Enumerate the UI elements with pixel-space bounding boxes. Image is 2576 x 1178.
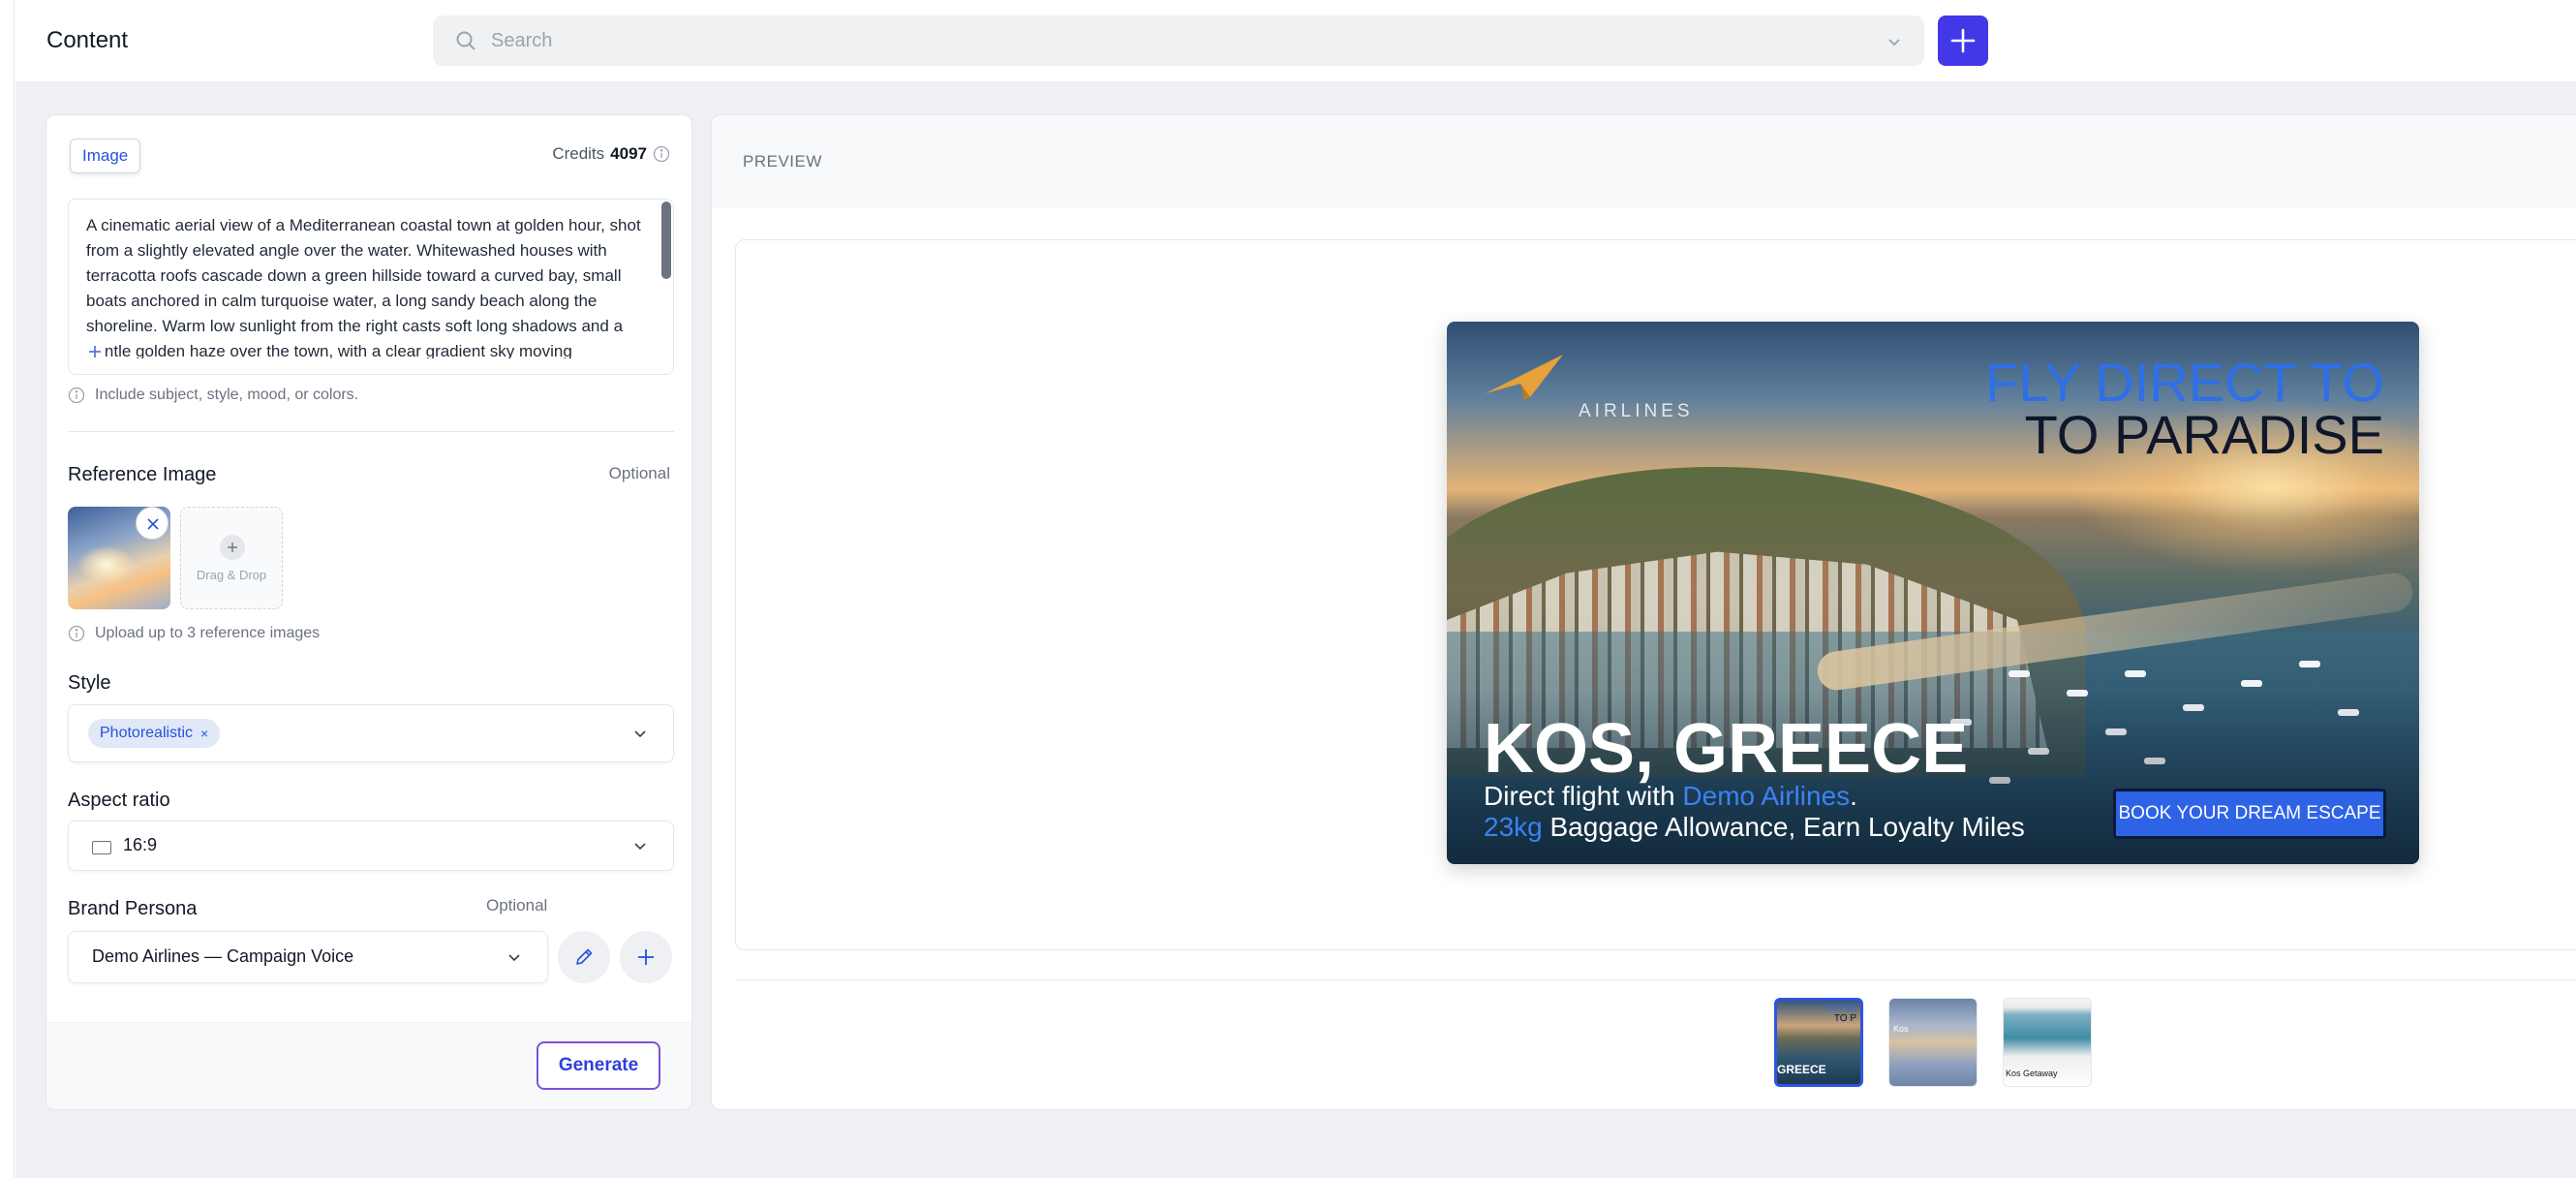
edit-persona-button[interactable] bbox=[558, 931, 610, 983]
aspect-ratio-value: 16:9 bbox=[123, 835, 158, 854]
chevron-down-icon bbox=[508, 954, 520, 962]
divider bbox=[735, 979, 2576, 980]
prompt-textarea[interactable]: A cinematic aerial view of a Mediterrane… bbox=[68, 199, 674, 375]
tab-image[interactable]: Image bbox=[70, 139, 141, 173]
reference-image-label: Reference Image bbox=[68, 464, 217, 485]
reference-image-content bbox=[77, 545, 136, 584]
ad-subline-2-suffix: Baggage Allowance, Earn Loyalty Miles bbox=[1542, 812, 2025, 842]
left-rail bbox=[0, 0, 15, 1178]
variant-thumbnail-2[interactable]: Kos bbox=[1888, 998, 1978, 1087]
info-icon bbox=[68, 625, 85, 642]
ad-airline-highlight: Demo Airlines bbox=[1682, 781, 1851, 811]
reference-hint-text: Upload up to 3 reference images bbox=[95, 625, 321, 641]
plus-icon bbox=[1950, 28, 1976, 53]
search-input[interactable] bbox=[491, 16, 1847, 66]
ad-destination: KOS, GREECE bbox=[1484, 710, 1969, 788]
remove-reference-button[interactable] bbox=[136, 507, 169, 540]
ad-headline-line-2: TO PARADISE bbox=[2024, 404, 2384, 465]
credits-value: 4097 bbox=[610, 144, 647, 163]
add-content-button[interactable] bbox=[1938, 16, 1988, 66]
info-icon[interactable] bbox=[653, 145, 670, 163]
preview-label: PREVIEW bbox=[743, 152, 822, 170]
ad-subline-1: Direct flight with Demo Airlines. bbox=[1484, 781, 1857, 812]
prompt-add-button[interactable] bbox=[84, 341, 106, 362]
prompt-hint: Include subject, style, mood, or colors. bbox=[68, 387, 358, 404]
ad-boat bbox=[2009, 670, 2030, 677]
ad-subline-2: 23kg Baggage Allowance, Earn Loyalty Mil… bbox=[1484, 812, 2025, 843]
divider bbox=[68, 431, 674, 432]
ad-boat bbox=[2299, 661, 2320, 667]
close-icon bbox=[147, 518, 159, 530]
chevron-down-icon[interactable] bbox=[1886, 33, 1903, 50]
brand-persona-value: Demo Airlines — Campaign Voice bbox=[92, 946, 354, 966]
aspect-ratio-select[interactable]: 16:9 bbox=[68, 821, 674, 871]
chevron-down-icon bbox=[634, 730, 646, 738]
app-title: Content bbox=[46, 27, 129, 53]
thumbnail-headline-2: TO P bbox=[1833, 1013, 1856, 1024]
credits-display: Credits 4097 bbox=[552, 144, 670, 164]
persona-optional-label: Optional bbox=[486, 896, 548, 914]
brand-persona-label: Brand Persona bbox=[68, 898, 198, 919]
brand-persona-select[interactable]: Demo Airlines — Campaign Voice bbox=[68, 931, 548, 983]
dropzone-label: Drag & Drop bbox=[196, 568, 267, 582]
style-chip[interactable]: Photorealistic × bbox=[88, 719, 221, 748]
style-chip-label: Photorealistic bbox=[100, 725, 194, 741]
ad-boat bbox=[2241, 680, 2262, 687]
reference-hint: Upload up to 3 reference images bbox=[68, 625, 320, 642]
credits-label: Credits bbox=[552, 144, 605, 163]
reference-optional-label: Optional bbox=[608, 464, 670, 482]
preview-header: PREVIEW bbox=[712, 115, 2576, 208]
ad-subline-1-suffix: . bbox=[1850, 781, 1857, 811]
variant-thumbnail-1[interactable]: FLY DI TO P GREECE bbox=[1774, 998, 1863, 1087]
chevron-down-icon bbox=[634, 843, 646, 851]
aspect-ratio-icon bbox=[92, 841, 111, 854]
info-icon bbox=[68, 387, 85, 404]
style-select[interactable]: Photorealistic × bbox=[68, 704, 674, 762]
prompt-text[interactable]: A cinematic aerial view of a Mediterrane… bbox=[86, 213, 648, 358]
plus-icon bbox=[89, 346, 101, 357]
search-bar[interactable] bbox=[433, 16, 1924, 66]
search-icon bbox=[456, 31, 475, 50]
plus-icon bbox=[220, 535, 245, 560]
ad-creative-preview[interactable]: AIRLINES FLY DIRECT TO TO PARADISE KOS, … bbox=[1447, 322, 2419, 864]
pencil-icon bbox=[576, 948, 593, 965]
ad-subline-1-prefix: Direct flight with bbox=[1484, 781, 1683, 811]
thumbnail-text: Kos Getaway bbox=[2006, 1069, 2058, 1078]
chip-remove-icon[interactable]: × bbox=[200, 726, 208, 741]
reference-dropzone[interactable]: Drag & Drop bbox=[180, 507, 283, 609]
ad-baggage-highlight: 23kg bbox=[1484, 812, 1543, 842]
prompt-hint-text: Include subject, style, mood, or colors. bbox=[95, 387, 359, 403]
top-bar: Content bbox=[0, 0, 2576, 81]
thumbnail-city: GREECE bbox=[1777, 1063, 1826, 1076]
thumbnail-text: Kos bbox=[1893, 1024, 1909, 1034]
style-label: Style bbox=[68, 672, 111, 694]
ad-brand-name: AIRLINES bbox=[1579, 401, 1694, 421]
add-persona-button[interactable] bbox=[620, 931, 672, 983]
generate-button[interactable]: Generate bbox=[537, 1041, 660, 1090]
ad-boat bbox=[2125, 670, 2146, 677]
prompt-scrollbar[interactable] bbox=[661, 202, 671, 279]
airline-logo-icon bbox=[1486, 355, 1563, 400]
plus-icon bbox=[638, 949, 654, 965]
ad-cta-button[interactable]: BOOK YOUR DREAM ESCAPE bbox=[2113, 789, 2386, 839]
aspect-ratio-label: Aspect ratio bbox=[68, 790, 170, 811]
variant-thumbnail-3[interactable]: Kos Getaway bbox=[2003, 998, 2092, 1087]
generator-panel: Image Credits 4097 A cinematic aerial vi… bbox=[46, 114, 692, 1110]
